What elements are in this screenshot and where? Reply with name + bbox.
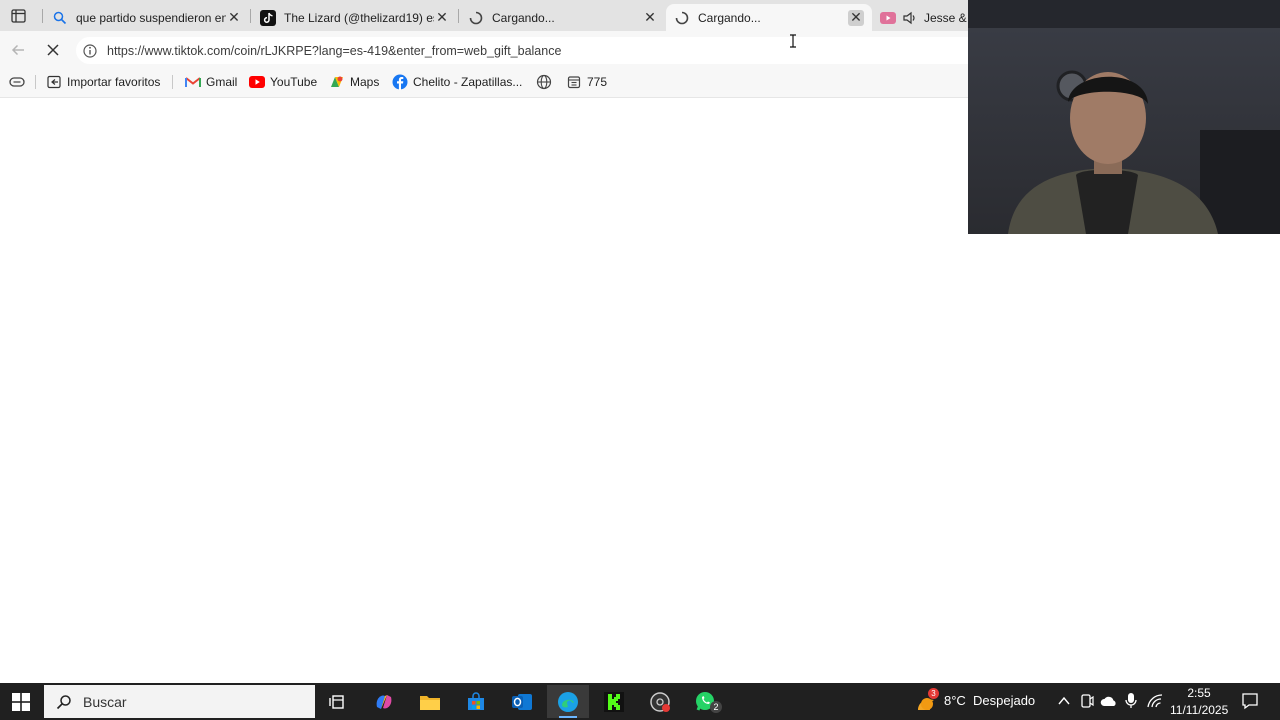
speaker-icon[interactable] — [902, 10, 918, 26]
bookmark-gmail[interactable]: Gmail — [185, 74, 237, 90]
bookmark-label: 775 — [587, 75, 608, 89]
close-tab-icon[interactable]: ✕ — [434, 9, 450, 26]
store-icon — [468, 691, 484, 710]
search-icon — [52, 10, 68, 26]
webcam-overlay — [968, 0, 1280, 234]
copilot-button[interactable] — [363, 685, 405, 718]
tab-search[interactable]: que partido suspendieron en p ✕ — [44, 4, 250, 31]
close-tab-icon[interactable]: ✕ — [642, 9, 658, 26]
tab-title: Cargando... — [698, 10, 761, 25]
windows-icon — [12, 692, 30, 711]
weather-button[interactable]: 3 — [914, 688, 940, 714]
tab-loading[interactable]: Cargando... ✕ — [460, 4, 666, 31]
kick-button[interactable] — [593, 685, 635, 718]
import-icon — [46, 74, 62, 90]
close-icon — [47, 44, 59, 56]
tab-separator — [250, 9, 251, 23]
bookmark-label: Chelito - Zapatillas... — [413, 75, 523, 89]
bookmark-label: Gmail — [206, 75, 238, 89]
edge-icon — [558, 691, 578, 712]
microphone-icon[interactable] — [1124, 692, 1138, 710]
url-text[interactable]: https://www.tiktok.com/coin/rLJKRPE?lang… — [107, 44, 561, 58]
bookmark-label: Maps — [350, 75, 380, 89]
obs-button[interactable] — [639, 685, 681, 718]
task-view-button[interactable] — [316, 685, 358, 718]
notifications-button[interactable] — [1241, 692, 1259, 710]
start-button[interactable] — [0, 685, 42, 718]
show-hidden-icons-button[interactable] — [1056, 693, 1072, 709]
weather-temperature: 8°C — [944, 693, 966, 708]
site-info-icon[interactable] — [82, 43, 98, 59]
outlook-icon — [512, 693, 532, 710]
record-icon — [650, 691, 670, 712]
search-icon — [56, 694, 72, 710]
outlook-button[interactable] — [501, 685, 543, 718]
bookmark-maps[interactable]: Maps — [329, 74, 379, 90]
webcam-person-image — [968, 0, 1280, 234]
tab-title: The Lizard (@thelizard19) está — [284, 10, 434, 25]
gmail-icon — [185, 74, 201, 90]
whatsapp-badge: 2 — [710, 701, 722, 713]
back-arrow-icon — [11, 44, 24, 56]
active-app-indicator — [559, 716, 577, 718]
meet-now-icon[interactable] — [1079, 693, 1095, 709]
clock-time[interactable]: 2:55 — [1186, 686, 1212, 700]
tab-title: Cargando... — [492, 10, 555, 25]
bookmark-775[interactable]: 775 — [566, 74, 607, 90]
file-explorer-button[interactable] — [409, 685, 451, 718]
taskbar-search-placeholder: Buscar — [83, 694, 127, 710]
globe-icon — [536, 74, 552, 90]
weather-condition: Despejado — [973, 693, 1036, 708]
weather-badge: 3 — [928, 688, 939, 699]
bookmark-import[interactable]: Importar favoritos — [46, 74, 160, 90]
tab-separator — [42, 9, 43, 23]
tiktok-icon — [260, 9, 276, 26]
calendar-icon — [566, 74, 582, 90]
tab-actions-icon — [11, 9, 26, 23]
collections-icon[interactable] — [8, 74, 26, 90]
bookmarks-divider — [35, 75, 36, 89]
notification-icon — [1242, 693, 1258, 710]
close-tab-icon[interactable]: ✕ — [226, 9, 242, 26]
onedrive-icon[interactable] — [1100, 693, 1118, 709]
tab-loading-active[interactable]: Cargando... ✕ — [666, 4, 872, 31]
bookmark-chelito[interactable]: Chelito - Zapatillas... — [392, 74, 522, 90]
back-button[interactable] — [8, 40, 28, 60]
close-tab-icon[interactable]: ✕ — [848, 9, 864, 26]
facebook-icon — [392, 74, 408, 90]
youtube-icon — [880, 10, 896, 26]
bookmark-globe[interactable] — [536, 74, 557, 90]
tab-separator — [458, 9, 459, 23]
whatsapp-button[interactable]: 2 — [685, 685, 727, 718]
task-view-icon — [329, 694, 344, 709]
loading-icon — [468, 10, 484, 26]
bookmark-label: YouTube — [270, 75, 318, 89]
edge-button[interactable] — [547, 685, 589, 718]
tab-tiktok-profile[interactable]: The Lizard (@thelizard19) está ✕ — [252, 4, 458, 31]
clock-date[interactable]: 11/11/2025 — [1170, 703, 1228, 717]
stop-loading-button[interactable] — [43, 40, 63, 60]
bookmark-label: Importar favoritos — [67, 75, 161, 89]
chevron-up-icon — [1058, 696, 1070, 705]
tab-title: que partido suspendieron en p — [76, 10, 226, 25]
bookmarks-divider — [172, 75, 173, 89]
copilot-icon — [376, 694, 392, 709]
tab-actions-button[interactable] — [6, 6, 30, 26]
maps-icon — [329, 74, 345, 90]
youtube-icon — [249, 74, 265, 90]
text-cursor-icon — [789, 34, 797, 48]
wifi-icon[interactable] — [1146, 693, 1164, 709]
loading-icon — [674, 10, 690, 26]
kick-icon — [604, 691, 624, 712]
store-button[interactable] — [455, 685, 497, 718]
bookmark-youtube[interactable]: YouTube — [249, 74, 317, 90]
folder-icon — [420, 695, 440, 710]
